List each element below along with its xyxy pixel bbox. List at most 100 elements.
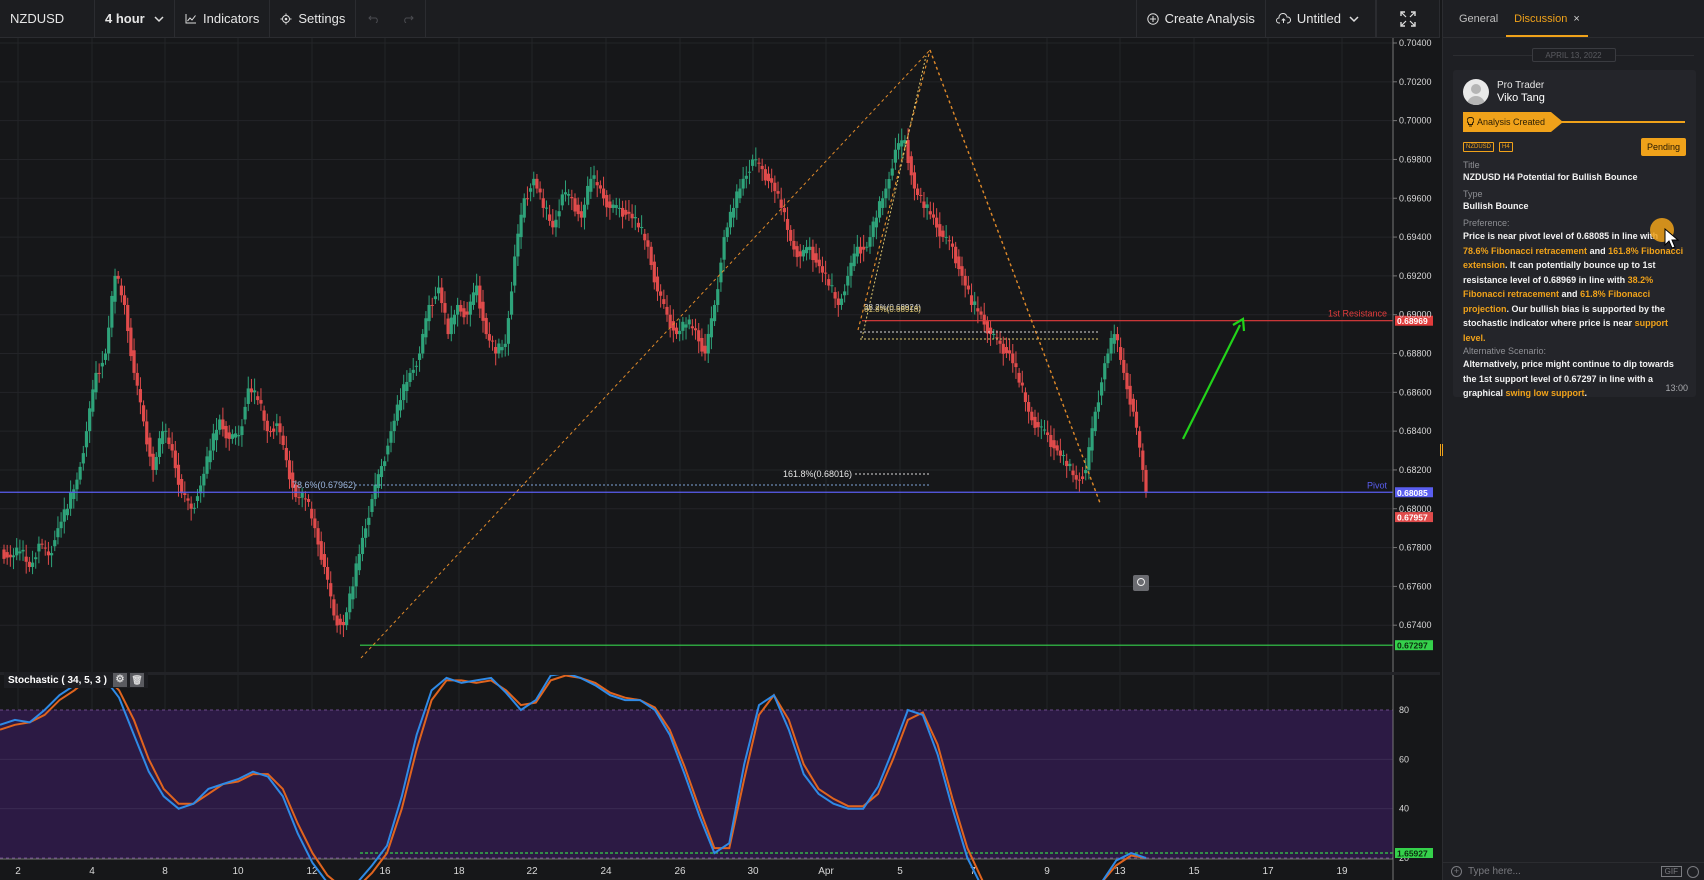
candle-body	[278, 423, 282, 433]
candle-body	[1014, 363, 1018, 368]
candle-body	[459, 304, 463, 312]
close-icon[interactable]: ×	[1573, 13, 1579, 25]
tab-discussion[interactable]: Discussion ×	[1506, 13, 1588, 37]
candle-body	[421, 333, 425, 354]
price-tick-label: 0.68600	[1399, 387, 1432, 397]
candle-body	[862, 246, 866, 250]
panel-resize-handle[interactable]	[1440, 444, 1443, 456]
level-name-label: Pivot	[1367, 480, 1388, 490]
avatar[interactable]	[1463, 79, 1489, 105]
candle-body	[744, 175, 748, 179]
fib-projection-line-b[interactable]	[861, 55, 927, 339]
candle-body	[1080, 476, 1085, 479]
chart-canvas[interactable]: 806040201.65927 0.689691st Resistance0.6…	[0, 38, 1440, 880]
candle-body	[649, 246, 653, 266]
candle-body	[906, 140, 910, 163]
candle-body	[157, 438, 162, 457]
candle-body	[303, 498, 307, 500]
pending-badge[interactable]: Pending	[1640, 138, 1686, 156]
candle-body	[1138, 431, 1142, 448]
candle-body	[773, 182, 777, 192]
candle-body	[300, 492, 304, 498]
candle-body	[782, 207, 786, 213]
idea-marker[interactable]	[1133, 575, 1149, 591]
price-tick-label: 0.68400	[1399, 426, 1432, 436]
candle-body	[192, 507, 196, 509]
gif-button[interactable]: GIF	[1660, 866, 1682, 877]
candle-body	[37, 543, 41, 552]
chart-area[interactable]: 806040201.65927 0.689691st Resistance0.6…	[0, 38, 1440, 880]
candle-body	[785, 218, 790, 230]
add-attachment-icon[interactable]: +	[1451, 866, 1462, 877]
author-name[interactable]: Viko Tang	[1497, 92, 1545, 105]
candle-body	[1103, 363, 1107, 380]
candle-body	[468, 301, 472, 315]
candle-body	[354, 563, 358, 587]
candle-body	[925, 204, 929, 208]
candle-body	[982, 314, 986, 325]
pane-separator[interactable]	[0, 672, 1440, 675]
time-tick-label: 2	[15, 866, 21, 877]
candle-body	[541, 198, 545, 208]
candle-body	[332, 599, 336, 616]
candle-body	[909, 156, 913, 176]
indicators-button[interactable]: Indicators	[175, 0, 271, 38]
time-tick-label: 13	[1114, 866, 1126, 877]
candle-body	[620, 207, 625, 217]
candle-body	[370, 499, 374, 512]
candle-body	[795, 246, 799, 258]
candle-body	[528, 188, 533, 192]
redo-button[interactable]	[391, 0, 427, 38]
candle-series	[2, 128, 1148, 638]
candle-body	[272, 428, 276, 432]
layout-dropdown[interactable]: Untitled	[1266, 0, 1376, 38]
time-tick-label: 24	[600, 866, 612, 877]
candle-body	[636, 222, 641, 228]
candle-body	[456, 304, 460, 315]
candle-body	[833, 292, 837, 299]
candle-body	[221, 419, 225, 430]
create-analysis-button[interactable]: Create Analysis	[1135, 0, 1266, 38]
candle-body	[15, 547, 19, 556]
comment-input-row[interactable]: + Type here... GIF	[1443, 862, 1704, 880]
candle-body	[195, 496, 200, 501]
candle-body	[995, 337, 999, 339]
candle-body	[722, 237, 726, 260]
candle-body	[779, 199, 783, 208]
settings-button[interactable]: Settings	[270, 0, 357, 38]
candle-body	[868, 237, 872, 247]
candle-body	[887, 179, 891, 189]
candle-body	[589, 178, 593, 192]
candle-body	[287, 460, 292, 480]
indicator-settings-icon[interactable]: ⚙	[112, 673, 127, 687]
candle-body	[1144, 469, 1148, 493]
candle-body	[21, 549, 25, 552]
candle-body	[871, 221, 875, 238]
bullish-arrow[interactable]	[1182, 324, 1241, 440]
candle-body	[1115, 334, 1120, 341]
date-pill: APRIL 13, 2022	[1531, 48, 1616, 62]
candle-body	[173, 450, 177, 469]
candle-body	[1131, 398, 1135, 412]
indicator-delete-icon[interactable]: 🗑	[129, 673, 144, 687]
candle-body	[484, 317, 488, 335]
candle-body	[747, 171, 752, 173]
pref-highlight-1: 78.6% Fibonacci retracement	[1463, 245, 1588, 256]
candle-body	[1087, 447, 1091, 470]
interval-dropdown[interactable]: 4 hour	[95, 0, 175, 38]
stochastic-tick-label: 40	[1399, 804, 1409, 814]
comment-input[interactable]: Type here...	[1468, 866, 1521, 877]
candle-body	[430, 304, 434, 306]
tab-general[interactable]: General	[1451, 13, 1506, 37]
candle-body	[690, 326, 694, 329]
symbol-selector[interactable]: NZDUSD	[0, 0, 95, 38]
emoji-icon[interactable]	[1687, 865, 1699, 878]
fullscreen-button[interactable]	[1376, 0, 1440, 38]
candle-body	[357, 554, 361, 571]
candle-body	[313, 518, 317, 529]
candle-body	[275, 423, 279, 426]
candle-body	[522, 198, 526, 218]
zigzag-down-line[interactable]	[929, 49, 1101, 504]
undo-button[interactable]	[356, 0, 391, 38]
